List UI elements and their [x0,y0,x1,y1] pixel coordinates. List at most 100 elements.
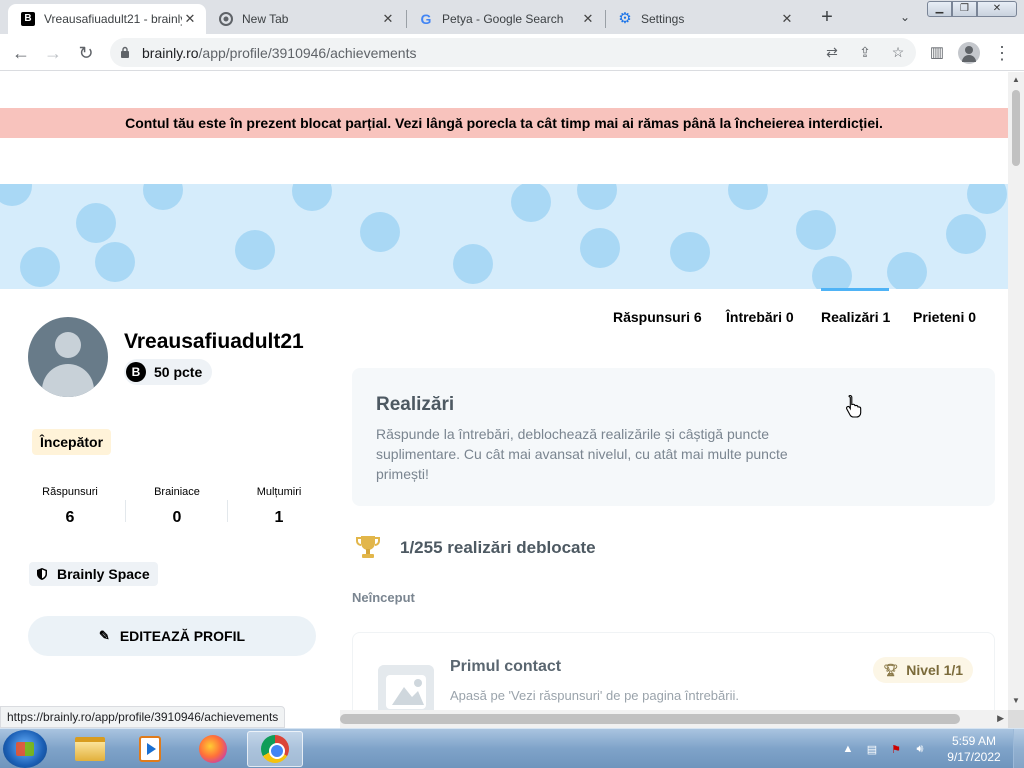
scrollbar-thumb[interactable] [1012,90,1020,166]
menu-kebab-icon[interactable]: ⋮ [989,40,1015,66]
stat-value: 0 [172,509,182,526]
close-tab-icon[interactable]: ✕ [779,11,795,27]
clock-date: 9/17/2022 [947,750,1001,764]
profile-avatar-icon[interactable] [958,42,980,64]
side-panel-icon[interactable]: ▥ [924,40,950,66]
restore-window-button[interactable]: ❐ [952,1,977,17]
section-not-started: Neînceput [352,590,415,605]
close-tab-icon[interactable]: ✕ [580,11,596,27]
brainly-points-icon: B [126,362,146,382]
achievements-info-card: Realizări Răspunde la întrebări, debloch… [352,368,995,506]
bookmark-star-icon[interactable]: ☆ [887,41,909,63]
back-arrow-icon[interactable]: ← [8,40,34,66]
stat-label: Mulțumiri [256,486,302,498]
brainly-space-badge[interactable]: Brainly Space [29,562,158,586]
achievement-level-badge: 🏆︎ Nivel 1/1 [873,657,974,683]
browser-tab-strip: B Vreausafiuadult21 - brainly ✕ New Tab … [0,0,1024,34]
stat-value: 6 [65,509,75,526]
achievement-name: Primul contact [450,658,562,675]
achievements-description: Răspunde la întrebări, deblochează reali… [376,426,788,482]
translate-icon[interactable]: ⇄ [821,41,843,63]
brainly-favicon-icon: B [20,11,36,27]
start-button[interactable] [3,730,47,768]
scrollbar-thumb[interactable] [340,714,960,724]
avatar [28,317,108,397]
scroll-up-arrow-icon[interactable]: ▲ [1012,75,1020,84]
trophy-icon: 🏆︎ [883,663,899,677]
taskbar-clock[interactable]: 5:59 AM 9/17/2022 [940,733,1008,765]
tab-answers[interactable]: Răspunsuri 6 [613,309,702,325]
scroll-down-arrow-icon[interactable]: ▼ [1012,696,1020,705]
system-tray: ▲ ▤ ⚑ 🔊︎ [840,729,936,768]
new-tab-button[interactable]: + [815,6,839,28]
tab-questions[interactable]: Întrebări 0 [726,309,794,325]
achievement-item[interactable]: Primul contact Apasă pe 'Vezi răspunsuri… [352,632,995,710]
vertical-scrollbar[interactable]: ▲ ▼ [1008,72,1024,710]
gear-icon: ⚙ [618,10,632,27]
lock-icon [121,46,129,58]
media-player-icon [139,736,161,762]
chrome-favicon-icon [218,11,234,27]
edit-profile-button[interactable]: ✎ EDITEAZĂ PROFIL [28,616,316,656]
tab-search-chevron-icon[interactable]: ⌄ [894,6,916,28]
profile-cover-banner [0,184,1008,289]
browser-tab-new-tab[interactable]: New Tab ✕ [206,4,404,34]
stat-label: Răspunsuri [42,486,98,498]
browser-tab-brainly[interactable]: B Vreausafiuadult21 - brainly ✕ [8,4,206,34]
shield-icon [37,568,47,580]
edit-profile-label: EDITEAZĂ PROFIL [119,628,246,644]
address-bar[interactable]: brainly.ro/app/profile/3910946/achieveme… [110,38,916,67]
close-window-button[interactable]: ✕ [977,1,1017,17]
tab-achievements[interactable]: Realizări 1 [821,309,890,325]
firefox-taskbar-button[interactable] [185,731,241,767]
browser-tab-title: Vreausafiuadult21 - brainly [44,12,182,26]
browser-tab-title: Settings [641,12,685,26]
achievements-title: Realizări [376,394,455,415]
volume-icon[interactable]: 🔊︎ [912,743,928,756]
stat-thanks: Mulțumiri 1 [234,486,324,527]
minimize-window-button[interactable]: ▁ [927,1,952,17]
media-player-taskbar-button[interactable] [122,731,178,767]
stat-label: Brainiace [154,486,200,498]
close-tab-icon[interactable]: ✕ [380,11,396,27]
firefox-icon [199,735,227,763]
forward-arrow-icon[interactable]: → [40,40,66,66]
network-icon[interactable]: ▤ [864,743,880,756]
file-explorer-taskbar-button[interactable] [62,731,118,767]
active-tab-indicator [821,288,889,291]
brainly-space-label: Brainly Space [57,566,150,582]
show-desktop-button[interactable] [1013,729,1024,768]
ban-warning-banner: Contul tău este în prezent blocat parția… [0,108,1008,138]
show-hidden-icons-arrow-icon[interactable]: ▲ [840,743,856,755]
tab-friends[interactable]: Prieteni 0 [913,309,976,325]
scroll-right-arrow-icon[interactable]: ▶ [997,713,1004,724]
address-url: brainly.ro/app/profile/3910946/achieveme… [142,45,417,61]
browser-tab-google-search[interactable]: G Petya - Google Search ✕ [406,4,604,34]
points-badge: B 50 pcte [124,359,213,385]
pencil-icon: ✎ [98,628,110,643]
close-tab-icon[interactable]: ✕ [182,11,198,27]
horizontal-scrollbar[interactable]: ▶ [340,710,1008,728]
hand-cursor-icon [846,394,862,418]
points-value: 50 pcte [154,364,203,380]
stat-brainiacs: Brainiace 0 [132,486,222,527]
chrome-taskbar-button[interactable] [247,731,303,767]
page-viewport: Contul tău este în prezent blocat parția… [0,72,1008,710]
link-status-bar: https://brainly.ro/app/profile/3910946/a… [0,706,286,728]
chrome-icon [261,735,289,763]
achievement-level: Nivel 1/1 [906,662,964,678]
browser-tab-settings[interactable]: ⚙ Settings ✕ [605,4,803,34]
stat-answers: Răspunsuri 6 [25,486,115,527]
reload-icon[interactable]: ↻ [73,40,99,66]
windows-taskbar: ▲ ▤ ⚑ 🔊︎ 5:59 AM 9/17/2022 [0,728,1024,768]
browser-tab-title: New Tab [242,12,289,26]
folder-icon [75,737,105,761]
action-center-flag-icon[interactable]: ⚑ [888,743,904,756]
achievement-hint: Apasă pe 'Vezi răspunsuri' de pe pagina … [450,688,739,703]
google-favicon-icon: G [420,11,432,27]
stat-value: 1 [274,509,284,526]
browser-tab-title: Petya - Google Search [442,12,564,26]
achievement-badge-icon [378,665,434,710]
share-icon[interactable]: ⇪ [854,41,876,63]
rank-badge: Începător [32,429,112,455]
